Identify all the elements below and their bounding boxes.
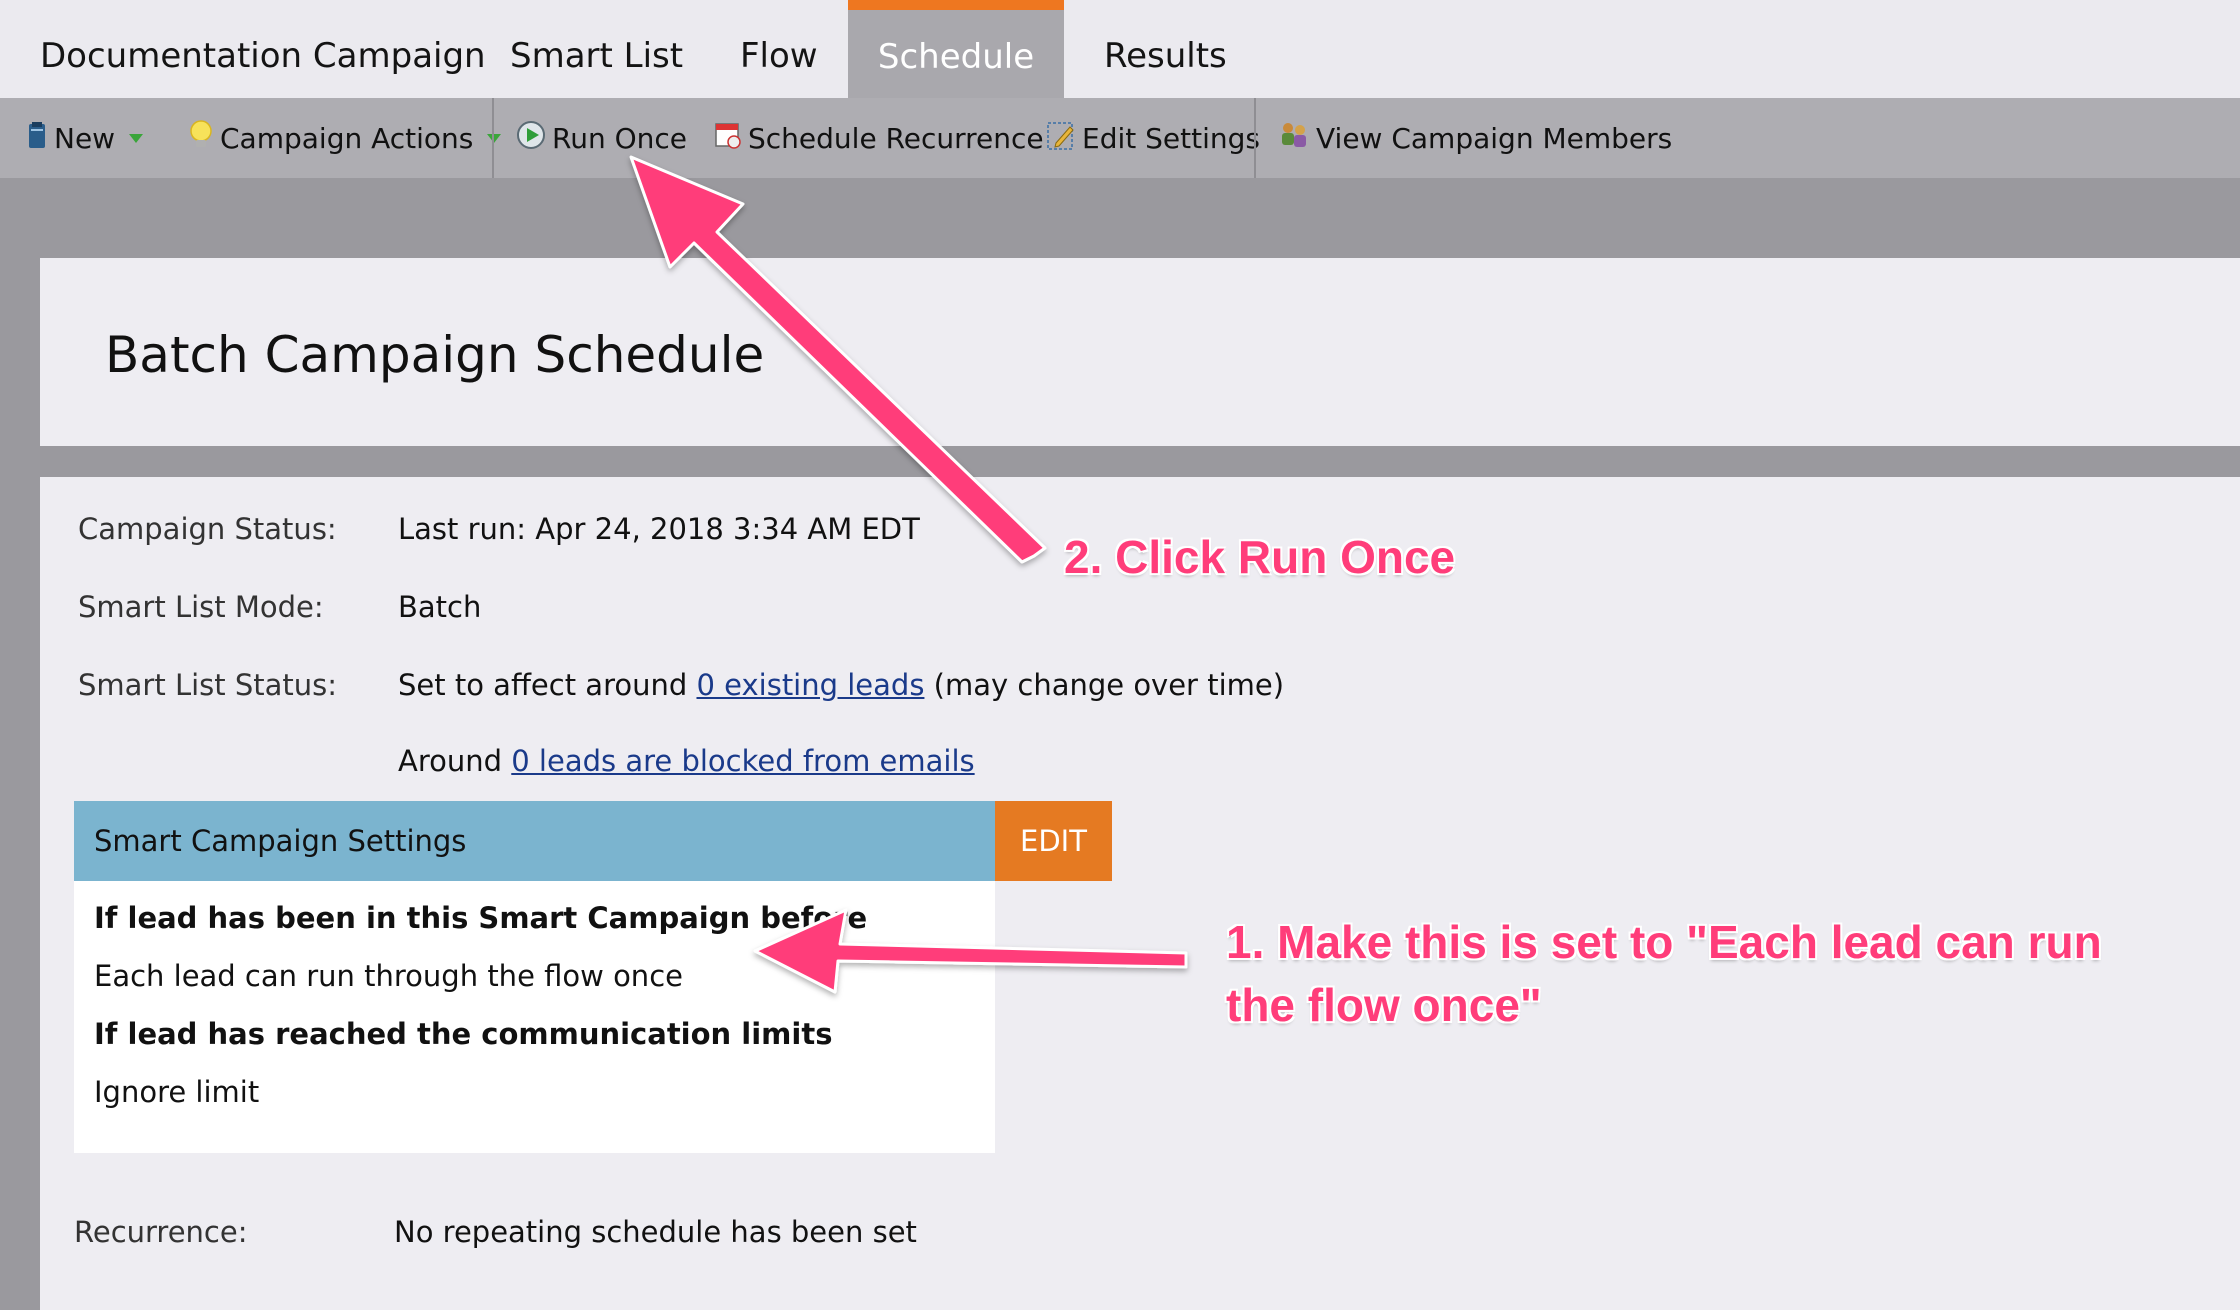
annotation-step-2: 2. Click Run Once	[1064, 531, 1456, 583]
annotation-step-1-line-2: the flow once"	[1226, 979, 1542, 1031]
annotation-arrows	[629, 155, 1188, 994]
annotation-step-1-line-1: 1. Make this is set to "Each lead can ru…	[1226, 916, 2102, 968]
arrow-to-run-once	[629, 155, 1047, 564]
arrow-to-setting	[753, 908, 1188, 994]
